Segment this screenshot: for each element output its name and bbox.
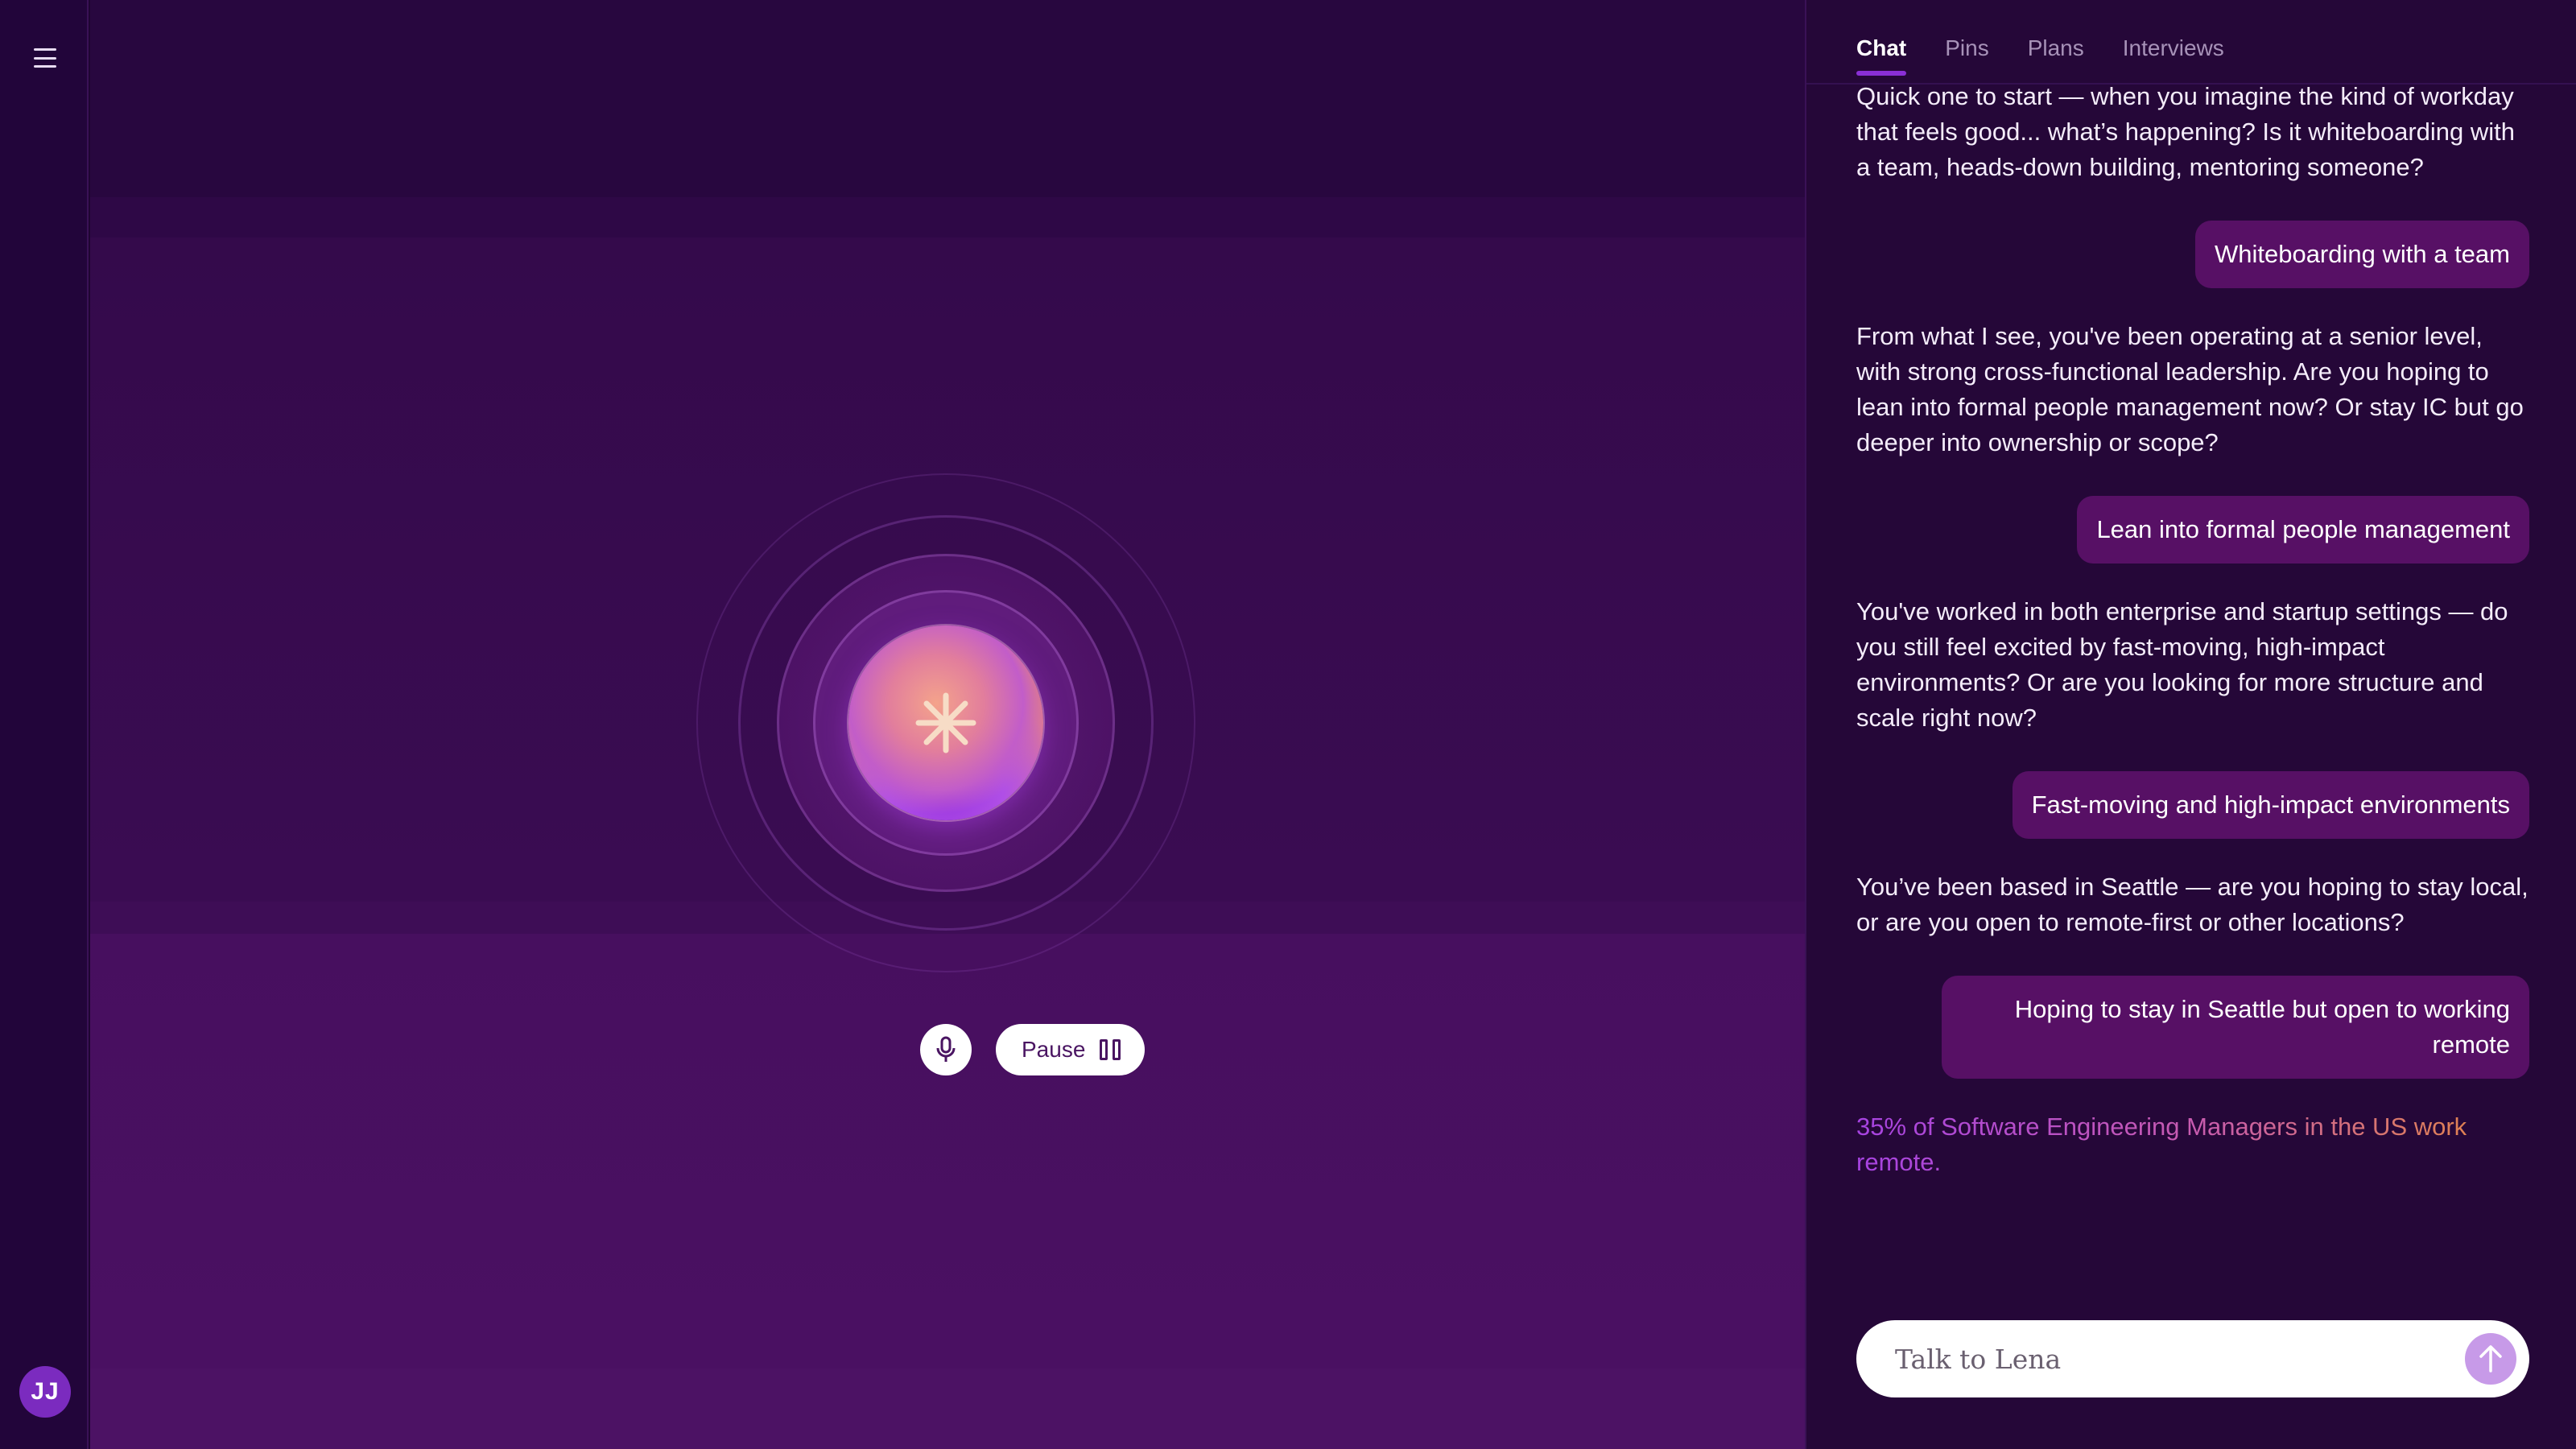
pause-icon (1100, 1039, 1121, 1060)
panel-tabs: Chat Pins Plans Interviews (1856, 35, 2224, 76)
tab-interviews[interactable]: Interviews (2123, 35, 2224, 76)
tab-plans[interactable]: Plans (2028, 35, 2084, 76)
user-message-row: Lean into formal people management (1856, 496, 2529, 564)
tab-pins[interactable]: Pins (1945, 35, 1988, 76)
user-message: Whiteboarding with a team (2194, 221, 2529, 288)
user-message-row: Fast-moving and high-impact environments (1856, 771, 2529, 839)
voice-stage: Pause (90, 0, 1805, 1449)
user-message: Fast-moving and high-impact environments (2012, 771, 2529, 839)
user-message: Hoping to stay in Seattle but open to wo… (1942, 976, 2529, 1079)
hamburger-menu-icon[interactable] (29, 45, 61, 71)
assistant-message: You've worked in both enterprise and sta… (1856, 597, 2508, 732)
chat-input[interactable] (1895, 1343, 2465, 1375)
assistant-message: From what I see, you've been operating a… (1856, 322, 2524, 456)
user-message: Lean into formal people management (2077, 496, 2529, 564)
chat-input-bar (1856, 1320, 2529, 1397)
insight-stat: 35% of Software Engineering Managers in … (1856, 1109, 2529, 1180)
asterisk-icon (915, 692, 976, 753)
microphone-button[interactable] (920, 1024, 972, 1075)
user-message-row: Hoping to stay in Seattle but open to wo… (1856, 976, 2529, 1079)
left-rail: JJ (0, 0, 89, 1449)
assistant-message: You’ve been based in Seattle — are you h… (1856, 873, 2529, 936)
user-message-row: Whiteboarding with a team (1856, 221, 2529, 288)
send-button[interactable] (2465, 1333, 2516, 1385)
voice-controls: Pause (920, 1024, 1146, 1075)
message-list[interactable]: Quick one to start — when you imagine th… (1856, 82, 2529, 1180)
chat-panel: Chat Pins Plans Interviews Quick one to … (1805, 0, 2576, 1449)
tab-chat[interactable]: Chat (1856, 35, 1907, 76)
microphone-icon (936, 1036, 956, 1062)
pause-label: Pause (1022, 1037, 1086, 1062)
assistant-message: Quick one to start — when you imagine th… (1856, 82, 2516, 181)
user-avatar[interactable]: JJ (19, 1366, 71, 1418)
arrow-up-icon (2479, 1345, 2502, 1373)
pause-button[interactable]: Pause (996, 1024, 1146, 1075)
